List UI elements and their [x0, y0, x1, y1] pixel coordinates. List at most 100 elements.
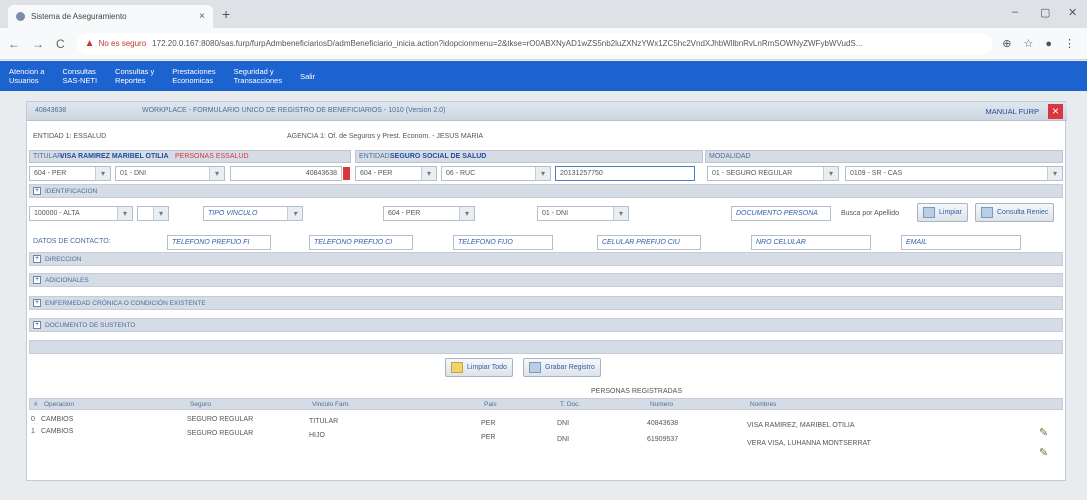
personas-registradas-label: PERSONAS REGISTRADAS [591, 388, 683, 395]
modalidad2-select[interactable]: 0109 - SR - CAS [845, 166, 1063, 181]
forward-icon[interactable]: → [32, 37, 44, 51]
tab-close-icon[interactable]: × [199, 11, 205, 22]
grid-select-icon[interactable] [137, 206, 169, 221]
account-icon[interactable]: ● [1045, 38, 1052, 50]
datos-contacto-label: DATOS DE CONTACTO: [33, 238, 111, 245]
tel-fijo-input[interactable]: TELEFONO FIJO [453, 235, 553, 250]
section-documento-sustento[interactable]: + DOCUMENTO DE SUSTENTO [29, 318, 1063, 332]
cell-seguro: SEGURO REGULAR [187, 416, 254, 423]
table-header: # Operacion Seguro Vinculo Fam. Pais T. … [29, 398, 1063, 410]
close-form-button[interactable]: × [1048, 104, 1063, 119]
menu-consultas-sas[interactable]: Consultas SAS-NETI [53, 67, 106, 85]
th-num: # [34, 401, 38, 408]
warning-icon: ▲ [84, 38, 95, 49]
titular-name: VISA RAMIREZ MARIBEL OTILIA [60, 153, 169, 160]
bookmark-star-icon[interactable]: ☆ [1023, 37, 1033, 50]
cell-num: 0 [31, 416, 35, 423]
browser-tab[interactable]: Sistema de Aseguramiento × [8, 5, 213, 28]
menu-prestaciones[interactable]: Prestaciones Economicas [163, 67, 224, 85]
cell-nombres: VERA VISA, LUHANNA MONTSERRAT [747, 440, 871, 447]
modalidad-header: MODALIDAD [705, 150, 1063, 163]
maximize-icon[interactable]: ▢ [1040, 6, 1050, 19]
ruc-input[interactable]: 20131257750 [555, 166, 695, 181]
cell-operacion: CAMBIOS [41, 428, 74, 435]
save-icon [529, 362, 541, 373]
tipo-alta-select[interactable]: 100000 - ALTA [29, 206, 133, 221]
menu-seguridad[interactable]: Seguridad y Transacciones [225, 67, 292, 85]
menu-atencion[interactable]: Atencion a Usuarios [0, 67, 53, 85]
cell-nombres: VISA RAMIREZ, MARIBEL OTILIA [747, 422, 855, 429]
menu-consultas-reportes[interactable]: Consultas y Reportes [106, 67, 163, 85]
form-title-bar: 40843638 WORKPLACE - FORMULARIO UNICO DE… [27, 102, 1067, 121]
expand-icon[interactable]: + [33, 255, 41, 263]
app-menu-bar: Atencion a Usuarios Consultas SAS-NETI C… [0, 61, 1087, 91]
beneficiary-form: 40843638 WORKPLACE - FORMULARIO UNICO DE… [26, 101, 1067, 481]
limpiar-todo-button[interactable]: Limpiar Todo [445, 358, 513, 377]
clear-icon [923, 207, 935, 218]
th-nombres: Nombres [750, 401, 777, 408]
cel-prefijo-input[interactable]: CELULAR PREFIJO CIU [597, 235, 701, 250]
cell-operacion: CAMBIOS [41, 416, 74, 423]
edit-icon[interactable]: ✎ [1039, 426, 1051, 439]
expand-icon[interactable]: + [33, 187, 41, 195]
agencia-label: AGENCIA 1: Of. de Seguros y Prest. Econo… [287, 133, 484, 140]
new-tab-button[interactable]: + [222, 6, 230, 22]
th-numero: Numero [650, 401, 674, 408]
section-label: ENFERMEDAD CRÓNICA O CONDICIÓN EXISTENTE [45, 300, 206, 307]
email-input[interactable]: EMAIL [901, 235, 1021, 250]
broom-icon [451, 362, 463, 373]
ben-doc-type-select[interactable]: 01 - DNI [537, 206, 629, 221]
documento-persona-input[interactable]: DOCUMENTO PERSONA [731, 206, 831, 221]
tel-prefijo-ci-input[interactable]: TELEFONO PREFIJO CI [309, 235, 413, 250]
th-pais: Pais [484, 401, 497, 408]
minimize-icon[interactable]: – [1012, 6, 1018, 18]
grabar-registro-button[interactable]: Grabar Registro [523, 358, 601, 377]
buscar-apellido-link[interactable]: Busca por Apellido [841, 210, 899, 217]
entidad2-name: SEGURO SOCIAL DE SALUD [390, 153, 487, 160]
section-adicionales[interactable]: + ADICIONALES [29, 273, 1063, 287]
cell-numero: 40843638 [647, 420, 679, 427]
edit-icon[interactable]: ✎ [1039, 446, 1051, 459]
ent-doc-type-select[interactable]: 06 - RUC [441, 166, 551, 181]
form-code: 40843638 [35, 107, 67, 114]
address-bar: ← → C ▲ No es seguro 172.20.0.167:8080/s… [0, 28, 1087, 60]
consulta-reniec-button[interactable]: Consulta Reniec [975, 203, 1055, 222]
titular-doc-type-select[interactable]: 01 - DNI [115, 166, 225, 181]
cell-tdoc: DNI [557, 436, 570, 443]
cell-pais: PER [481, 420, 496, 427]
tel-prefijo-fi-input[interactable]: TELEFONO PREFIJO FI [167, 235, 271, 250]
url-input[interactable]: ▲ No es seguro 172.20.0.167:8080/sas.fur… [76, 32, 993, 55]
section-label: DOCUMENTO DE SUSTENTO [45, 322, 136, 329]
back-icon[interactable]: ← [8, 37, 20, 51]
section-enfermedad[interactable]: + ENFERMEDAD CRÓNICA O CONDICIÓN EXISTEN… [29, 296, 1063, 310]
section-label: DIRECCION [45, 256, 82, 263]
titular-doc-number[interactable]: 40843638 [230, 166, 342, 181]
ent-pais-select[interactable]: 604 - PER [355, 166, 437, 181]
close-window-icon[interactable]: ✕ [1068, 6, 1077, 19]
ben-pais-select[interactable]: 604 - PER [383, 206, 475, 221]
nro-celular-input[interactable]: NRO CELULAR [751, 235, 871, 250]
zoom-icon[interactable]: ⊕ [1002, 37, 1011, 50]
expand-icon[interactable]: + [33, 321, 41, 329]
modalidad-select[interactable]: 01 - SEGURO REGULAR [707, 166, 839, 181]
expand-icon[interactable]: + [33, 276, 41, 284]
reniec-label: Consulta Reniec [997, 209, 1049, 216]
reload-icon[interactable]: C [56, 37, 65, 51]
manual-link[interactable]: MANUAL FURP [986, 107, 1039, 116]
th-vinculo: Vinculo Fam. [312, 401, 350, 408]
tipo-vinculo-select[interactable]: TIPO VINCULO [203, 206, 303, 221]
th-seguro: Seguro [190, 401, 211, 408]
titular-pais-select[interactable]: 604 - PER [29, 166, 111, 181]
section-identificacion[interactable]: + IDENTIFICACION [29, 184, 1063, 198]
section-label: ADICIONALES [45, 277, 89, 284]
section-direccion[interactable]: + DIRECCION [29, 252, 1063, 266]
expand-icon[interactable]: + [33, 299, 41, 307]
not-secure-label[interactable]: No es seguro [99, 39, 147, 48]
limpiar-todo-label: Limpiar Todo [467, 364, 507, 371]
menu-salir[interactable]: Salir [291, 72, 324, 81]
cell-vinculo: HIJO [309, 432, 325, 439]
reniec-icon [981, 207, 993, 218]
entidad-header: ENTIDAD: SEGURO SOCIAL DE SALUD [355, 150, 703, 163]
menu-dots-icon[interactable]: ⋮ [1064, 37, 1075, 50]
limpiar-button[interactable]: Limpiar [917, 203, 968, 222]
